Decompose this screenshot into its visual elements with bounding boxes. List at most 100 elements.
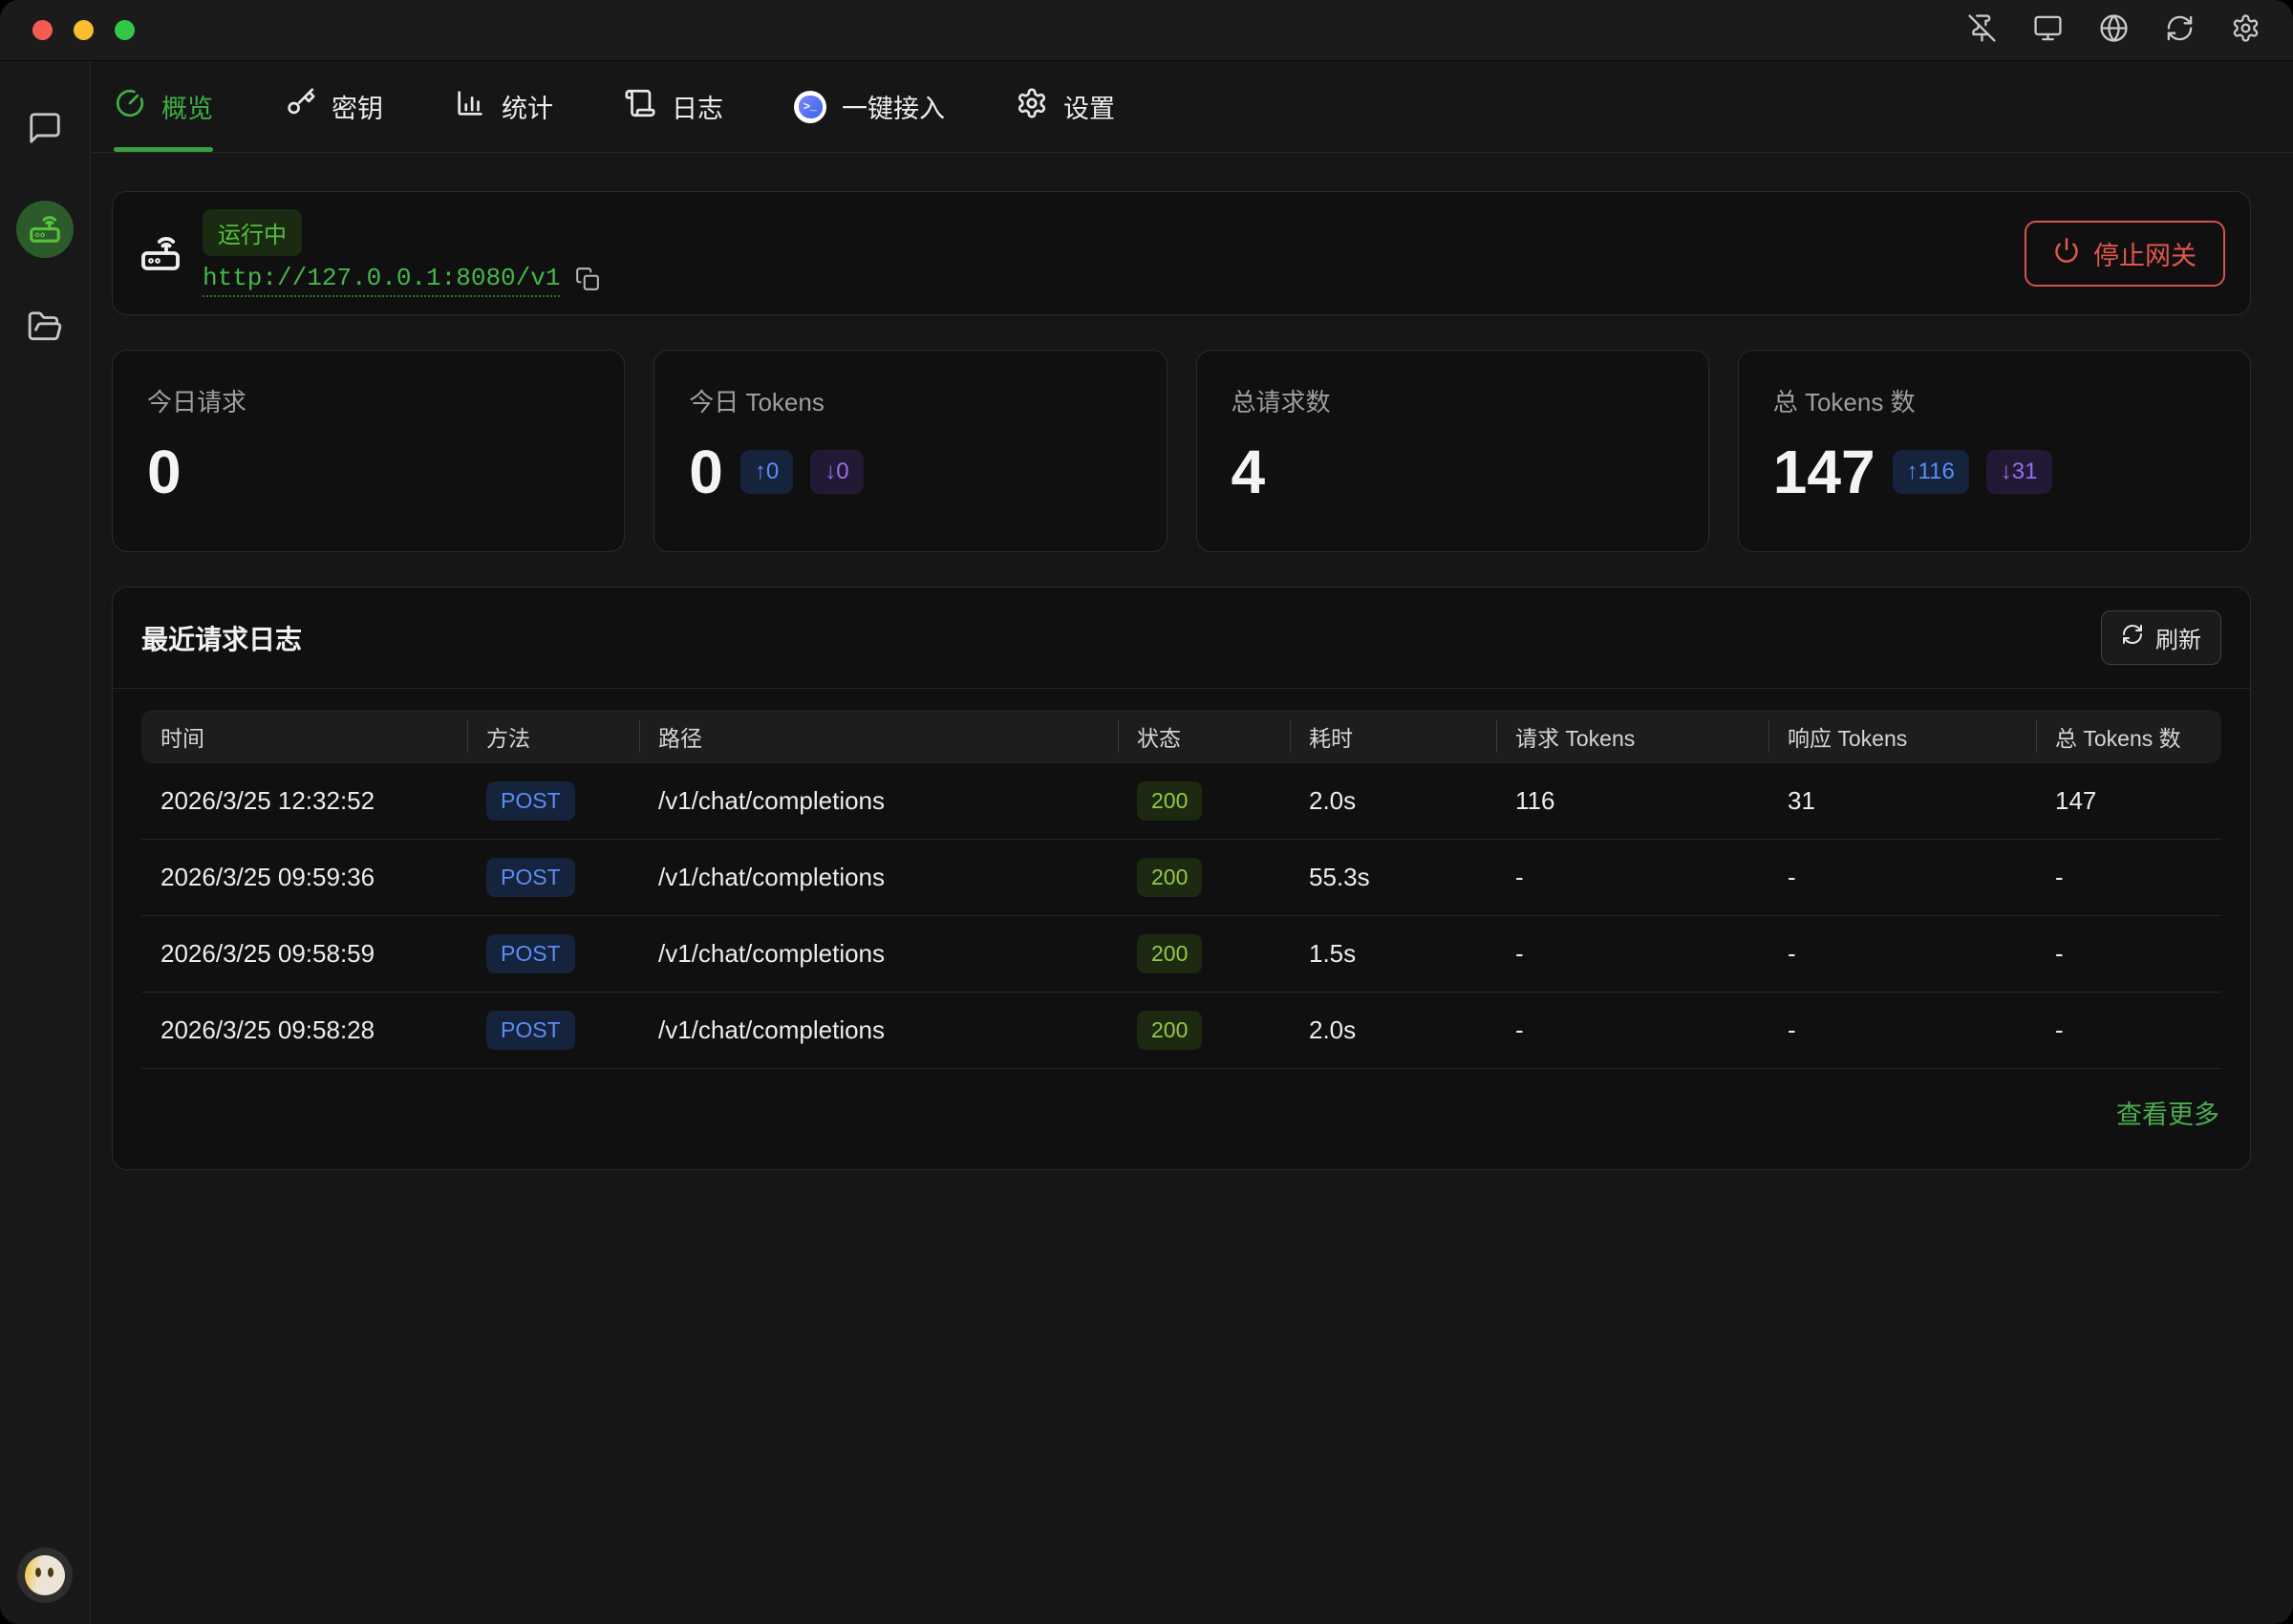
status-badge: 200 [1137, 781, 1202, 821]
column-header: 响应 Tokens [1768, 710, 2036, 763]
display-icon[interactable] [2033, 13, 2063, 48]
tab-label: 一键接入 [842, 88, 945, 125]
tab-logs[interactable]: 日志 [624, 61, 723, 152]
input-tokens-badge: ↑116 [1893, 450, 1969, 494]
chat-bubble-icon [27, 110, 63, 151]
user-avatar[interactable] [17, 1548, 73, 1603]
column-header: 时间 [141, 710, 467, 763]
stat-card-today-tokens: 今日 Tokens 0 ↑0 ↓0 [654, 350, 1167, 552]
cell-resp_tokens: - [1768, 939, 2036, 969]
minimize-window-button[interactable] [74, 20, 94, 40]
output-tokens-badge: ↓31 [1986, 450, 2052, 494]
stat-label: 总请求数 [1232, 383, 1674, 418]
table-row: 2026/3/25 09:58:59POST/v1/chat/completio… [141, 916, 2221, 993]
gateway-url-link[interactable]: http://127.0.0.1:8080/v1 [203, 264, 560, 297]
folder-open-icon [27, 309, 63, 350]
view-more-link[interactable]: 查看更多 [2116, 1094, 2219, 1131]
cell-path: /v1/chat/completions [639, 1015, 1118, 1045]
gear-icon [1016, 87, 1048, 126]
app-window: 概览 密钥 统计 日志 [0, 0, 2293, 1624]
face-in-clouds-emoji-icon [25, 1555, 65, 1595]
tab-stats[interactable]: 统计 [454, 61, 553, 152]
cell-method: POST [467, 934, 639, 973]
status-badge: 200 [1137, 1011, 1202, 1050]
input-tokens-badge: ↑0 [740, 450, 793, 494]
tab-overview[interactable]: 概览 [114, 61, 213, 152]
tab-label: 统计 [502, 88, 553, 125]
copy-url-button[interactable] [575, 267, 600, 294]
globe-icon[interactable] [2099, 13, 2129, 48]
cell-total_tokens: - [2036, 1015, 2221, 1045]
stat-label: 总 Tokens 数 [1773, 383, 2216, 418]
tab-label: 密钥 [332, 88, 383, 125]
cell-status: 200 [1118, 1011, 1290, 1050]
sidebar-item-chat[interactable] [16, 101, 74, 159]
column-header: 方法 [467, 710, 639, 763]
column-header: 状态 [1118, 710, 1290, 763]
cell-total_tokens: 147 [2036, 786, 2221, 816]
stat-card-today-requests: 今日请求 0 [112, 350, 625, 552]
column-header: 耗时 [1290, 710, 1496, 763]
cell-resp_tokens: - [1768, 863, 2036, 892]
cell-resp_tokens: 31 [1768, 786, 2036, 816]
cell-time: 2026/3/25 09:58:59 [141, 939, 467, 969]
key-icon [284, 87, 316, 126]
cell-total_tokens: - [2036, 863, 2221, 892]
cell-path: /v1/chat/completions [639, 786, 1118, 816]
tab-label: 日志 [672, 88, 723, 125]
cell-req_tokens: 116 [1496, 786, 1768, 816]
stat-value: 0 [689, 441, 723, 502]
sync-icon[interactable] [2165, 13, 2195, 48]
router-icon [27, 209, 63, 250]
stat-value: 4 [1232, 441, 1266, 502]
log-table-body: 2026/3/25 12:32:52 POST/v1/chat/completio… [141, 763, 2221, 1069]
log-table: 时间方法路径状态耗时请求 Tokens响应 Tokens总 Tokens 数 2… [113, 689, 2250, 1069]
gateway-running-badge: 运行中 [203, 209, 302, 256]
stat-card-total-tokens: 总 Tokens 数 147 ↑116 ↓31 [1738, 350, 2251, 552]
cell-status: 200 [1118, 781, 1290, 821]
stat-label: 今日请求 [147, 383, 589, 418]
column-header: 请求 Tokens [1496, 710, 1768, 763]
tab-keys[interactable]: 密钥 [284, 61, 383, 152]
method-badge: POST [486, 781, 575, 821]
tab-label: 概览 [161, 88, 213, 125]
table-row: 2026/3/25 09:59:36POST/v1/chat/completio… [141, 840, 2221, 916]
scroll-icon [624, 87, 656, 126]
router-icon [138, 228, 183, 279]
gauge-icon [114, 87, 146, 126]
cell-duration: 55.3s [1290, 863, 1496, 892]
sidebar-item-gateway[interactable] [16, 201, 74, 258]
app-logo-icon: >_ [794, 91, 826, 123]
sidebar-item-files[interactable] [16, 300, 74, 357]
method-badge: POST [486, 934, 575, 973]
cell-req_tokens: - [1496, 939, 1768, 969]
column-header: 路径 [639, 710, 1118, 763]
pin-off-icon[interactable] [1967, 13, 1997, 48]
sidebar [0, 61, 91, 1624]
cell-total_tokens: - [2036, 939, 2221, 969]
cell-resp_tokens: - [1768, 1015, 2036, 1045]
power-icon [2053, 237, 2080, 270]
bar-chart-icon [454, 87, 486, 126]
cell-req_tokens: - [1496, 1015, 1768, 1045]
cell-method: POST [467, 858, 639, 897]
tab-one-click-connect[interactable]: >_ 一键接入 [794, 61, 945, 152]
cell-path: /v1/chat/completions [639, 863, 1118, 892]
output-tokens-badge: ↓0 [810, 450, 863, 494]
stop-gateway-button[interactable]: 停止网关 [2025, 221, 2225, 287]
status-badge: 200 [1137, 934, 1202, 973]
stat-card-total-requests: 总请求数 4 [1196, 350, 1709, 552]
stat-value: 147 [1773, 441, 1875, 502]
refresh-button[interactable]: 刷新 [2101, 610, 2221, 665]
cell-time: 2026/3/25 09:58:28 [141, 1015, 467, 1045]
tab-settings[interactable]: 设置 [1016, 61, 1115, 152]
gear-icon[interactable] [2231, 13, 2261, 48]
cell-method: POST [467, 1011, 639, 1050]
cell-status: 200 [1118, 858, 1290, 897]
column-header: 总 Tokens 数 [2036, 710, 2221, 763]
close-window-button[interactable] [32, 20, 53, 40]
cell-time: 2026/3/25 12:32:52 [141, 786, 467, 816]
gateway-status-card: 运行中 http://127.0.0.1:8080/v1 [112, 191, 2251, 315]
zoom-window-button[interactable] [115, 20, 135, 40]
cell-duration: 2.0s [1290, 786, 1496, 816]
